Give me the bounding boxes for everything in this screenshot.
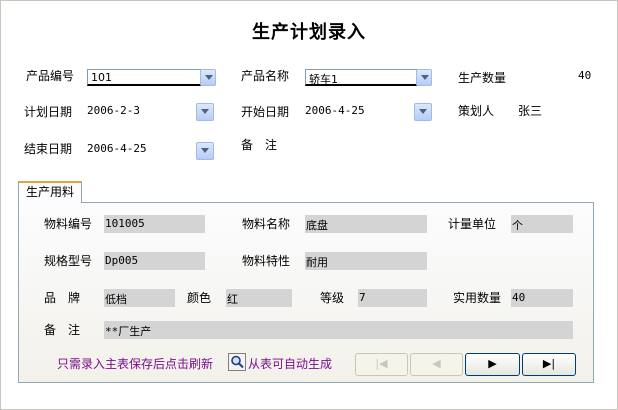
end-date-dropdown-button[interactable] bbox=[196, 142, 214, 160]
product-name-label: 产品名称 bbox=[241, 67, 289, 84]
spec-label: 规格型号 bbox=[44, 252, 92, 269]
brand-label: 品 牌 bbox=[44, 289, 80, 306]
material-name-field[interactable]: 底盘 bbox=[305, 215, 427, 233]
unit-value: 个 bbox=[512, 217, 523, 233]
refresh-button[interactable] bbox=[228, 353, 246, 371]
grade-field[interactable]: 7 bbox=[358, 289, 427, 307]
window-top-border bbox=[0, 0, 618, 1]
unit-field[interactable]: 个 bbox=[511, 215, 573, 233]
last-record-button[interactable]: ▶| bbox=[522, 353, 576, 376]
actual-qty-label: 实用数量 bbox=[453, 289, 501, 306]
property-label: 物料特性 bbox=[242, 252, 290, 269]
chevron-down-icon bbox=[205, 75, 213, 80]
previous-record-button[interactable]: ◀ bbox=[410, 353, 463, 376]
material-remarks-field[interactable]: **厂生产 bbox=[104, 321, 573, 339]
material-code-value: 101005 bbox=[105, 217, 145, 230]
hint-text-after: 从表可自动生成 bbox=[248, 355, 332, 372]
color-label: 颜色 bbox=[187, 289, 211, 306]
material-code-label: 物料编号 bbox=[44, 215, 92, 232]
material-remarks-value: **厂生产 bbox=[105, 323, 151, 339]
product-code-combo[interactable]: 101 bbox=[87, 69, 201, 86]
start-date-value: 2006-4-25 bbox=[305, 104, 365, 117]
end-date-value: 2006-4-25 bbox=[87, 142, 147, 155]
tab-production-materials[interactable]: 生产用料 bbox=[18, 181, 82, 203]
window-left-border bbox=[0, 0, 1, 410]
end-date-label: 结束日期 bbox=[24, 140, 72, 157]
chevron-down-icon bbox=[201, 109, 209, 114]
start-date-label: 开始日期 bbox=[241, 103, 289, 120]
hint-text-before: 只需录入主表保存后点击刷新 bbox=[57, 355, 213, 372]
material-remarks-label: 备 注 bbox=[44, 321, 80, 338]
material-name-label: 物料名称 bbox=[242, 215, 290, 232]
spec-field[interactable]: Dp005 bbox=[104, 252, 205, 270]
product-code-value: 101 bbox=[91, 71, 112, 84]
quantity-label: 生产数量 bbox=[458, 69, 506, 86]
spec-value: Dp005 bbox=[105, 254, 138, 267]
material-code-field[interactable]: 101005 bbox=[104, 215, 205, 233]
grade-label: 等级 bbox=[320, 289, 344, 306]
grade-value: 7 bbox=[359, 291, 366, 304]
plan-date-dropdown-button[interactable] bbox=[196, 103, 214, 121]
chevron-down-icon bbox=[201, 148, 209, 153]
magnifier-refresh-icon bbox=[229, 354, 245, 370]
color-value: 红 bbox=[227, 291, 238, 307]
planner-value: 张三 bbox=[518, 102, 542, 119]
chevron-down-icon bbox=[419, 109, 427, 114]
first-record-button[interactable]: |◀ bbox=[355, 353, 408, 376]
material-name-value: 底盘 bbox=[306, 217, 328, 233]
actual-qty-value: 40 bbox=[512, 291, 525, 304]
unit-label: 计量单位 bbox=[448, 215, 496, 232]
property-value: 耐用 bbox=[306, 254, 328, 270]
next-record-button[interactable]: ▶ bbox=[465, 353, 520, 376]
brand-field[interactable]: 低档 bbox=[104, 289, 175, 307]
property-field[interactable]: 耐用 bbox=[305, 252, 427, 270]
plan-date-label: 计划日期 bbox=[24, 103, 72, 120]
product-code-label: 产品编号 bbox=[26, 67, 74, 84]
form-title: 生产计划录入 bbox=[0, 18, 618, 44]
plan-date-value: 2006-2-3 bbox=[87, 104, 140, 117]
product-name-dropdown-button[interactable] bbox=[416, 69, 432, 86]
actual-qty-field[interactable]: 40 bbox=[511, 289, 573, 307]
product-code-dropdown-button[interactable] bbox=[200, 69, 216, 86]
planner-label: 策划人 bbox=[458, 102, 494, 119]
brand-value: 低档 bbox=[105, 291, 127, 307]
quantity-value: 40 bbox=[578, 69, 591, 82]
chevron-down-icon bbox=[421, 75, 429, 80]
start-date-dropdown-button[interactable] bbox=[414, 103, 432, 121]
product-name-combo[interactable]: 轿车1 bbox=[305, 69, 417, 86]
product-name-value: 轿车1 bbox=[309, 71, 338, 87]
color-field[interactable]: 红 bbox=[226, 289, 292, 307]
remarks-label: 备 注 bbox=[241, 136, 277, 153]
